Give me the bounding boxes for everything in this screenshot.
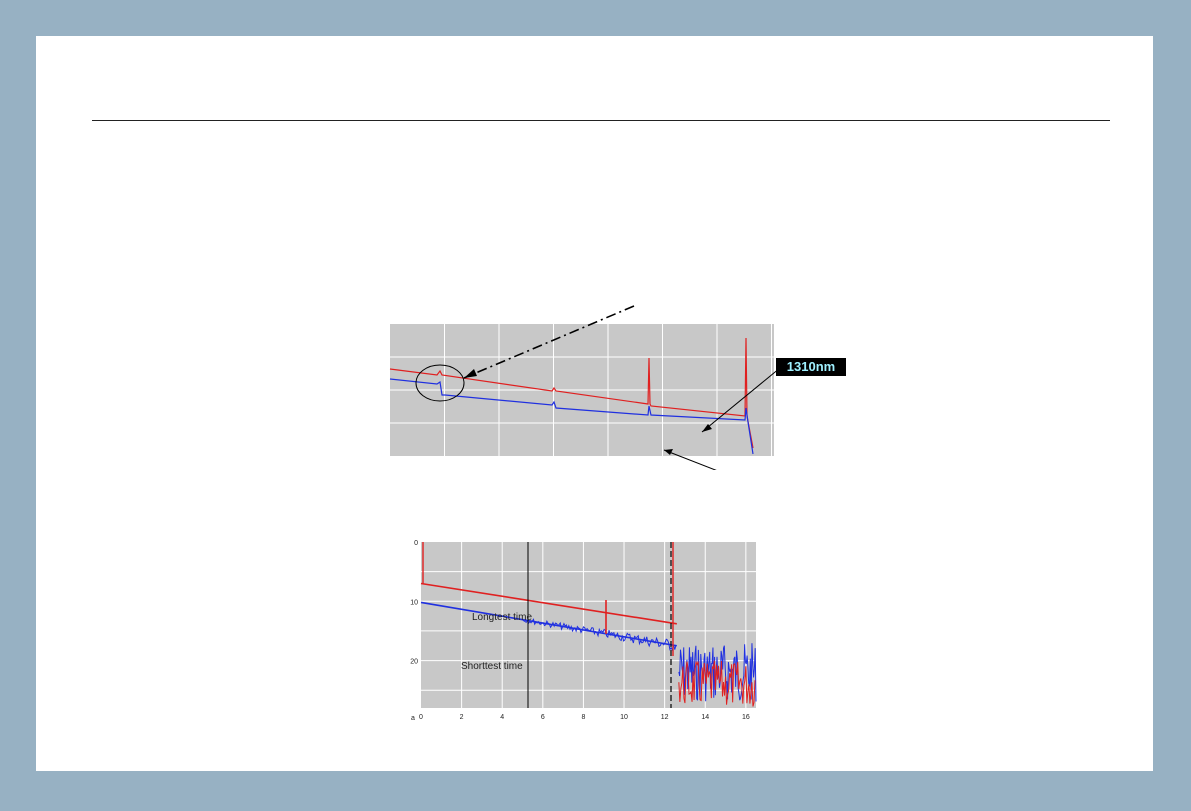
x-tick-label: 2 <box>460 714 464 721</box>
slide: 1310nm 1550nm Longtest time Shorttest ti… <box>36 36 1153 771</box>
corner-label: a <box>411 715 415 722</box>
x-tick-label: 16 <box>742 714 750 721</box>
x-tick-label: 8 <box>581 714 585 721</box>
otdr-wavelength-chart: 1310nm 1550nm <box>389 305 846 470</box>
x-tick-label: 12 <box>661 714 669 721</box>
x-tick-label: 0 <box>419 714 423 721</box>
y-tick-label: 0 <box>414 540 418 547</box>
y-tick-label: 20 <box>410 659 418 666</box>
series-label-shorttest: Shorttest time <box>461 661 523 672</box>
series-label-longtest: Longtest time <box>472 612 532 623</box>
x-tick-label: 10 <box>620 714 628 721</box>
title-divider <box>92 120 1110 121</box>
test-time-chart: Longtest time Shorttest time 0 2 4 6 8 10 12 14… <box>410 540 757 722</box>
x-tick-label: 6 <box>541 714 545 721</box>
x-tick-label: 4 <box>500 714 504 721</box>
label-1310nm: 1310nm <box>787 359 835 374</box>
x-tick-label: 14 <box>701 714 709 721</box>
y-tick-label: 10 <box>410 599 418 606</box>
